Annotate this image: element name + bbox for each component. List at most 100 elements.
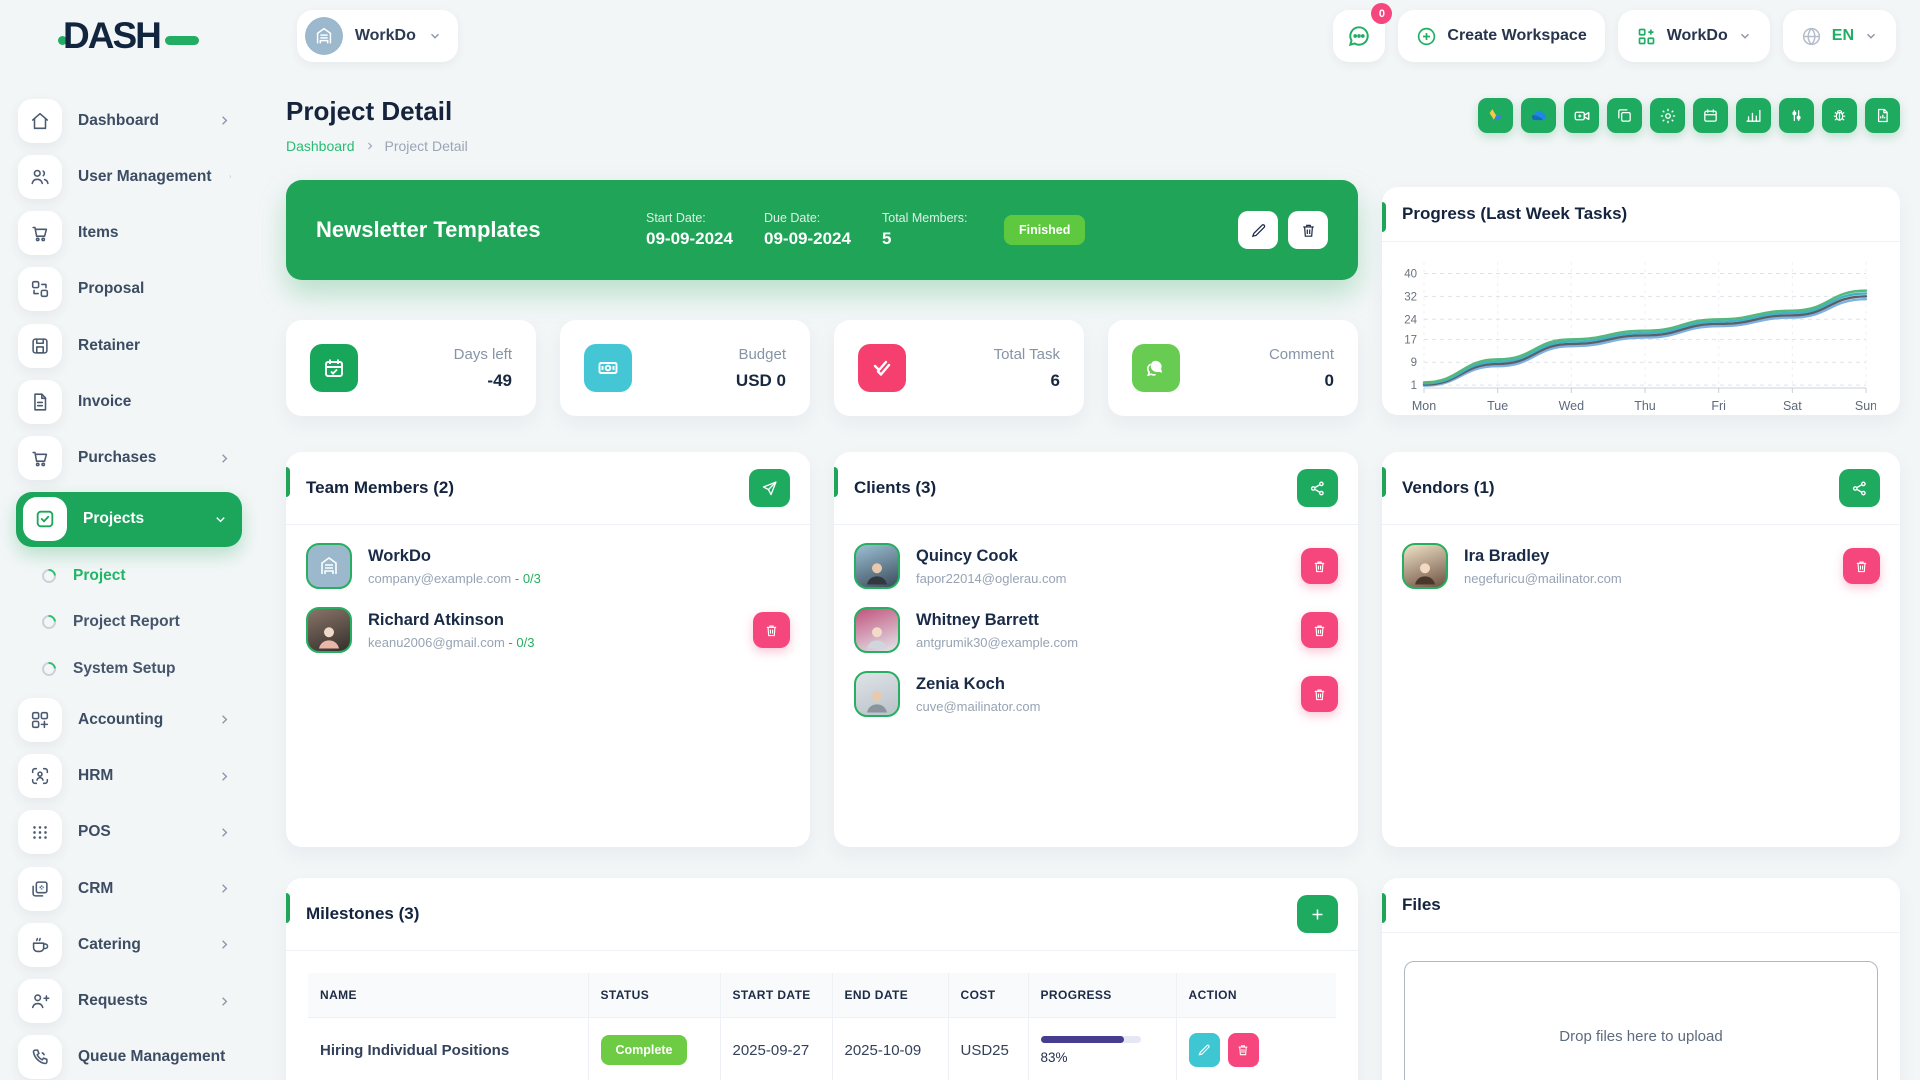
add-milestone-button[interactable] (1297, 895, 1338, 933)
chevron-down-icon (1738, 29, 1752, 43)
col-progress: PROGRESS (1028, 973, 1176, 1018)
task-ratio: - 0/3 (515, 571, 541, 586)
copy-button[interactable] (1607, 98, 1642, 133)
delete-project-button[interactable] (1288, 211, 1328, 249)
onedrive-button[interactable] (1521, 98, 1556, 133)
status-badge: Finished (1004, 215, 1085, 245)
edit-project-button[interactable] (1238, 211, 1278, 249)
sidebar-item-proposal[interactable]: Proposal (16, 267, 242, 312)
delete-milestone-button[interactable] (1228, 1033, 1259, 1067)
breadcrumb-current: Project Detail (385, 138, 468, 154)
cart-icon (18, 211, 62, 255)
progress-percent: 83% (1041, 1050, 1164, 1065)
share-vendors-button[interactable] (1839, 469, 1880, 507)
workdo-avatar (306, 543, 352, 589)
avatar (854, 543, 900, 589)
progress-chart-panel: Progress (Last Week Tasks) 1917243240Mon… (1382, 187, 1900, 415)
sidebar-item-invoice[interactable]: Invoice (16, 379, 242, 424)
chart-button[interactable] (1736, 98, 1771, 133)
breadcrumb: Dashboard Project Detail (286, 138, 468, 154)
workspace-selector[interactable]: WorkDo (297, 10, 458, 62)
share-icon (1851, 480, 1868, 497)
remove-client-button[interactable] (1301, 612, 1338, 648)
sidebar-subitem-system-setup[interactable]: System Setup (16, 651, 242, 686)
sidebar-item-queue-management[interactable]: Queue Management (16, 1035, 242, 1080)
app-switcher-button[interactable]: WorkDo (1618, 10, 1770, 62)
settings-button[interactable] (1650, 98, 1685, 133)
trash-icon (764, 623, 779, 638)
remove-member-button[interactable] (753, 612, 790, 648)
svg-text:24: 24 (1404, 314, 1417, 326)
stat-cards: Days left -49 Budget USD 0 (286, 320, 1358, 416)
col-status: STATUS (588, 973, 720, 1018)
trash-icon (1300, 222, 1317, 239)
floppy-icon (18, 324, 62, 368)
file-dropzone[interactable]: Drop files here to upload (1404, 961, 1878, 1080)
edit-milestone-button[interactable] (1189, 1033, 1220, 1067)
sidebar-item-requests[interactable]: Requests (16, 979, 242, 1024)
messages-button[interactable]: 0 (1333, 10, 1385, 62)
sidebar-item-catering[interactable]: Catering (16, 922, 242, 967)
sidebar-item-projects[interactable]: Projects (16, 492, 242, 547)
progress-chart-title: Progress (Last Week Tasks) (1402, 204, 1627, 224)
grid-plus-icon (18, 698, 62, 742)
remove-client-button[interactable] (1301, 676, 1338, 712)
svg-text:Thu: Thu (1634, 399, 1656, 413)
sidebar-item-purchases[interactable]: Purchases (16, 436, 242, 481)
col-end-date: END DATE (832, 973, 948, 1018)
sidebar-item-hrm[interactable]: HRM (16, 753, 242, 798)
stat-days-left: Days left -49 (286, 320, 536, 416)
file-text-icon (18, 380, 62, 424)
sidebar-item-user-management[interactable]: User Management (16, 154, 242, 199)
chevron-right-icon (364, 140, 376, 152)
remove-client-button[interactable] (1301, 548, 1338, 584)
calendar-icon (310, 344, 358, 392)
svg-text:32: 32 (1404, 291, 1417, 303)
client-row: Zenia Koch cuve@mailinator.com (854, 671, 1338, 717)
sidebar-item-accounting[interactable]: Accounting (16, 697, 242, 742)
team-member-row: WorkDo company@example.com - 0/3 (306, 543, 790, 589)
video-record-button[interactable] (1564, 98, 1599, 133)
app-root: DASH WorkDo 0 Create Workspace WorkDo (0, 0, 1920, 1080)
sidebar: Dashboard User Management Items Proposal… (0, 72, 258, 1080)
sidebar-item-items[interactable]: Items (16, 211, 242, 256)
sidebar-subitem-project[interactable]: Project (16, 558, 242, 593)
create-workspace-button[interactable]: Create Workspace (1398, 10, 1604, 62)
language-selector[interactable]: EN (1783, 10, 1896, 62)
sidebar-item-pos[interactable]: POS (16, 810, 242, 855)
timeline-button[interactable] (1779, 98, 1814, 133)
logo-text: DASH (63, 15, 160, 57)
chevron-right-icon (217, 937, 232, 952)
invite-member-button[interactable] (749, 469, 790, 507)
progress-bar (1041, 1036, 1141, 1043)
cart-icon (18, 436, 62, 480)
calendar-button[interactable] (1693, 98, 1728, 133)
pencil-icon (1197, 1043, 1211, 1057)
share-clients-button[interactable] (1297, 469, 1338, 507)
sidebar-subitem-project-report[interactable]: Project Report (16, 604, 242, 639)
sidebar-item-crm[interactable]: CRM (16, 866, 242, 911)
report-file-button[interactable] (1865, 98, 1900, 133)
sidebar-item-retainer[interactable]: Retainer (16, 323, 242, 368)
sidebar-item-dashboard[interactable]: Dashboard (16, 98, 242, 143)
bug-button[interactable] (1822, 98, 1857, 133)
page-title: Project Detail (286, 96, 468, 127)
stat-total-task: Total Task 6 (834, 320, 1084, 416)
remove-vendor-button[interactable] (1843, 548, 1880, 584)
svg-text:17: 17 (1404, 334, 1417, 346)
bullet-icon (39, 566, 59, 586)
start-date-block: Start Date: 09-09-2024 (646, 211, 764, 249)
svg-text:Wed: Wed (1559, 399, 1585, 413)
svg-text:1: 1 (1411, 380, 1417, 392)
app-logo[interactable]: DASH (58, 15, 199, 57)
google-drive-button[interactable] (1478, 98, 1513, 133)
chevron-down-icon (428, 29, 442, 43)
vendors-title: Vendors (1) (1402, 478, 1495, 498)
chat-icon (1132, 344, 1180, 392)
workspace-avatar (305, 17, 343, 55)
messages-badge: 0 (1371, 3, 1392, 24)
chevron-down-icon (213, 512, 228, 527)
col-cost: COST (948, 973, 1028, 1018)
total-members-block: Total Members: 5 (882, 211, 990, 249)
breadcrumb-dashboard-link[interactable]: Dashboard (286, 138, 355, 154)
